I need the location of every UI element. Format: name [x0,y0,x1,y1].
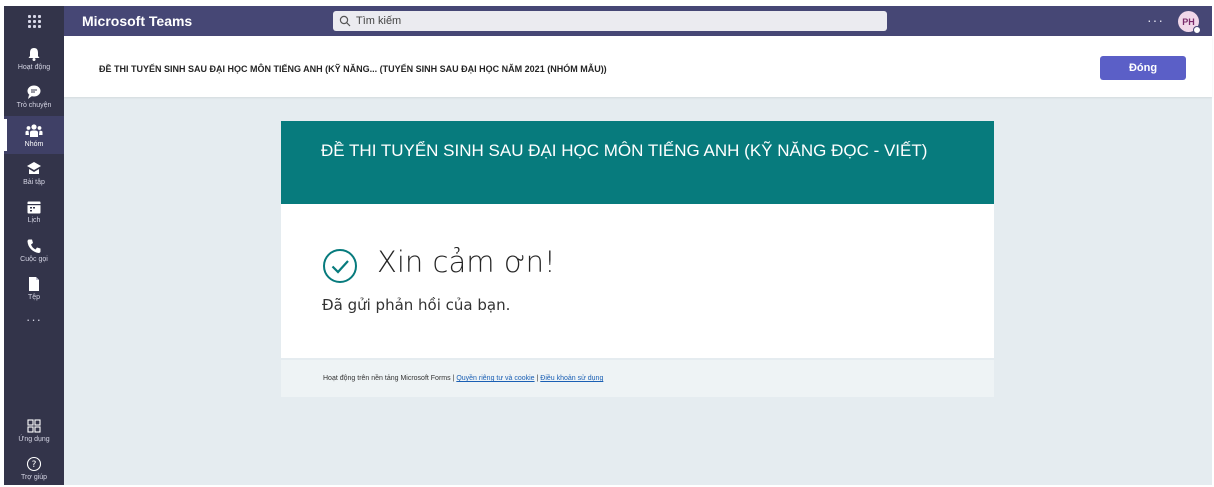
teams-window: Microsoft Teams Tìm kiếm ··· PH Hoạt độn… [4,6,1212,485]
app-rail: Hoạt động Trò chuyện Nhóm Bài tập Lịch C… [4,36,64,485]
main-content: ĐỀ THI TUYỂN SINH SAU ĐẠI HỌC MÔN TIẾNG … [64,36,1212,485]
close-button[interactable]: Đóng [1100,56,1186,80]
avatar-initials: PH [1182,16,1195,27]
phone-icon [27,239,41,253]
form-footer: Hoạt động trên nền tảng Microsoft Forms … [281,360,994,397]
rail-item-label: Nhóm [24,140,44,148]
more-options-button[interactable]: ··· [1147,6,1164,34]
rail-item-label: Cuộc gọi [20,255,48,263]
chat-icon [27,85,41,99]
app-launcher-button[interactable] [4,6,64,36]
rail-item-chat[interactable]: Trò chuyện [4,77,64,115]
search-placeholder: Tìm kiếm [356,15,402,27]
bell-icon [28,47,40,61]
calendar-icon [27,201,41,213]
rail-item-label: Hoạt động [17,63,51,71]
app-title: Microsoft Teams [82,13,193,29]
file-icon [29,276,39,291]
search-icon [339,15,351,27]
avatar[interactable]: PH [1178,11,1201,34]
svg-text:?: ? [32,460,37,470]
rail-item-files[interactable]: Tệp [4,269,64,307]
rail-item-calls[interactable]: Cuộc gọi [4,231,64,269]
confirmation-panel: Xin cảm ơn! Đã gửi phản hồi của bạn. [281,204,994,358]
top-bar: Microsoft Teams Tìm kiếm ··· PH [4,6,1212,36]
privacy-link[interactable]: Quyền riêng tư và cookie [456,375,534,382]
rail-item-assignments[interactable]: Bài tập [4,154,64,192]
more-icon: ··· [26,311,42,327]
help-icon: ? [26,456,42,471]
page-header: ĐỀ THI TUYỂN SINH SAU ĐẠI HỌC MÔN TIẾNG … [64,36,1212,97]
form-card: ĐỀ THI TUYỂN SINH SAU ĐẠI HỌC MÔN TIẾNG … [281,121,994,358]
rail-item-label: Lịch [27,216,41,224]
rail-item-help[interactable]: ? Trợ giúp [4,449,64,487]
rail-item-label: Tệp [27,293,41,301]
rail-item-label: Trợ giúp [20,473,48,481]
rail-more-button[interactable]: ··· [4,307,64,331]
form-title: ĐỀ THI TUYỂN SINH SAU ĐẠI HỌC MÔN TIẾNG … [281,121,994,204]
thank-you-heading: Xin cảm ơn! [377,245,556,279]
powered-by-text: Hoạt động trên nền tảng Microsoft Forms … [323,375,457,382]
rail-item-calendar[interactable]: Lịch [4,192,64,230]
rail-item-label: Ứng dụng [18,435,50,443]
checkmark-circle-icon [323,249,357,283]
rail-item-activity[interactable]: Hoạt động [4,39,64,77]
page-title: ĐỀ THI TUYỂN SINH SAU ĐẠI HỌC MÔN TIẾNG … [99,64,607,74]
presence-status-icon [1193,26,1201,34]
waffle-icon [27,14,41,28]
apps-icon [27,418,41,433]
rail-item-label: Bài tập [23,178,45,186]
submitted-message: Đã gửi phản hồi của bạn. [322,296,511,314]
rail-item-teams[interactable]: Nhóm [4,116,64,154]
assignments-icon [27,161,41,174]
rail-item-apps[interactable]: Ứng dụng [4,411,64,449]
search-input[interactable]: Tìm kiếm [333,11,887,31]
teams-icon [25,123,43,137]
terms-link[interactable]: Điều khoản sử dụng [540,375,603,382]
rail-item-label: Trò chuyện [16,101,52,109]
